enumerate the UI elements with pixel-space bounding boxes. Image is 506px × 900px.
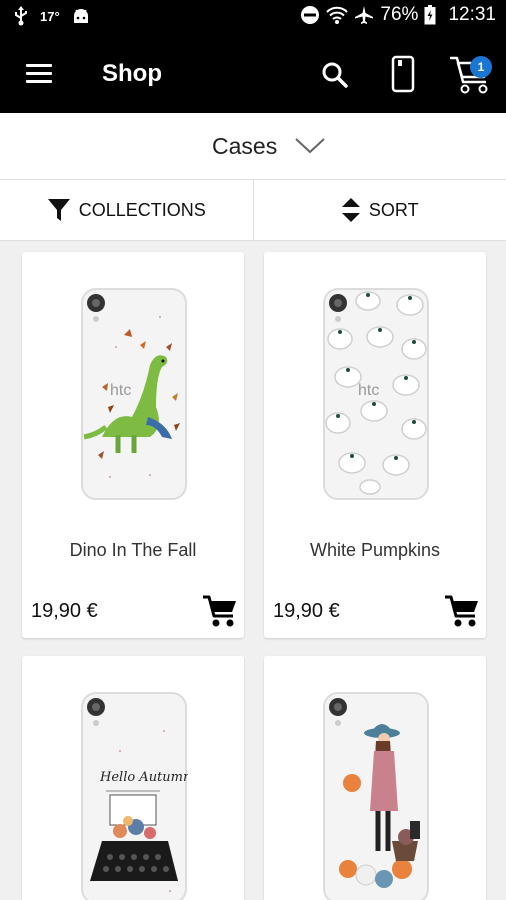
product-card[interactable]: htc White Pumpkins 19,90 € — [264, 252, 486, 638]
filter-icon — [47, 199, 70, 221]
product-price: 19,90 € — [273, 600, 340, 622]
collections-button[interactable]: COLLECTIONS — [0, 180, 253, 240]
clock-text: 12:31 — [448, 4, 496, 25]
category-selector[interactable]: Cases — [0, 113, 506, 179]
collections-label: COLLECTIONS — [78, 199, 206, 220]
android-icon — [73, 9, 88, 23]
svg-text:htc: htc — [110, 382, 131, 399]
do-not-disturb-icon — [301, 6, 320, 24]
phone-model-icon[interactable] — [386, 54, 420, 94]
menu-icon-line — [26, 64, 52, 67]
product-name: Dino In The Fall — [69, 540, 197, 560]
product-card[interactable]: htc Dino In The Fall 19,90 € — [22, 252, 244, 638]
airplane-icon — [355, 6, 374, 24]
menu-button[interactable] — [22, 60, 56, 90]
add-to-cart-icon[interactable] — [444, 594, 480, 628]
product-card[interactable] — [264, 656, 486, 900]
product-card[interactable]: Hello Autumn — [22, 656, 244, 900]
case-print-text: Hello Autumn — [99, 770, 188, 785]
temperature-text: 17° — [40, 8, 60, 24]
category-label: Cases — [212, 133, 278, 159]
sort-button[interactable]: SORT — [252, 180, 506, 240]
product-image: Hello Autumn — [81, 692, 188, 900]
app-bar: Shop 1 — [0, 36, 506, 113]
cart-count-badge: 1 — [470, 56, 492, 78]
search-icon[interactable] — [318, 58, 352, 92]
sort-icon — [341, 198, 360, 222]
menu-icon-line — [26, 80, 52, 83]
product-image: htc — [323, 288, 429, 500]
menu-icon-line — [26, 72, 52, 75]
product-image: htc — [81, 288, 187, 500]
usb-icon — [15, 6, 27, 26]
product-price: 19,90 € — [31, 600, 98, 622]
battery-icon — [424, 5, 436, 25]
chevron-down-icon — [295, 138, 325, 154]
app-title: Shop — [102, 60, 162, 87]
filter-sort-toolbar: COLLECTIONS SORT — [0, 179, 506, 241]
add-to-cart-icon[interactable] — [202, 594, 238, 628]
status-bar: 17° 76% 12:31 — [0, 0, 506, 36]
battery-percent: 76% — [380, 4, 419, 25]
svg-text:htc: htc — [358, 382, 379, 399]
wifi-icon — [326, 6, 349, 24]
product-name: White Pumpkins — [309, 540, 441, 560]
product-image — [323, 692, 429, 900]
sort-label: SORT — [368, 199, 419, 220]
